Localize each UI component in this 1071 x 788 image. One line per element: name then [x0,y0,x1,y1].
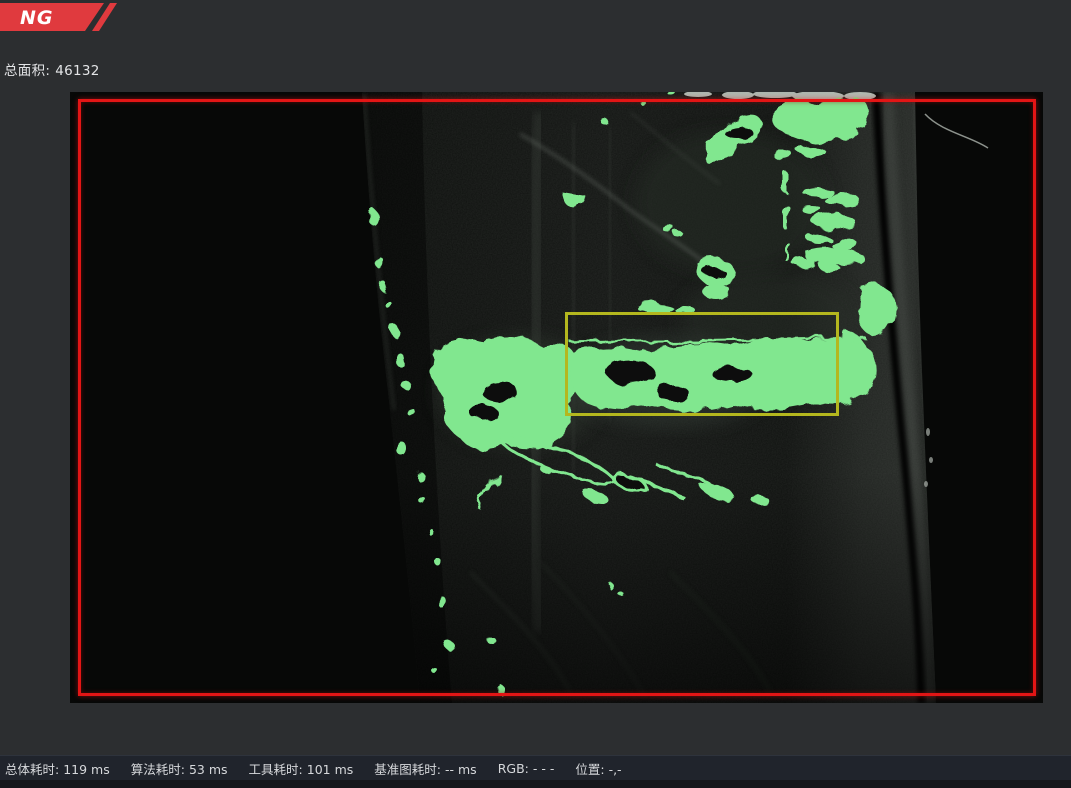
search-roi-rect[interactable] [78,99,1036,696]
status-badge: NG [0,2,122,32]
stat-reference-image-time: 基准图耗时: -- ms [374,761,477,777]
total-area-label: 总面积: [4,63,51,79]
total-area-value: 46132 [55,63,100,79]
footer-strip [0,780,1071,788]
stat-rgb: RGB: - - - [497,760,555,776]
ng-badge-shape: NG [0,3,117,31]
stat-tool-time: 工具耗时: 101 ms [248,761,354,777]
defect-roi-rect[interactable] [565,312,839,416]
image-viewport[interactable] [70,92,1043,703]
stat-position: 位置: -,- [575,761,622,777]
stat-algorithm-time: 算法耗时: 53 ms [130,761,228,777]
status-bar: 总体耗时: 119 ms 算法耗时: 53 ms 工具耗时: 101 ms 基准图耗时… [0,755,1071,780]
total-area-readout: 总面积: 46132 [4,59,100,79]
ng-badge-text: NG [20,7,54,29]
vision-inspection-window: NG 总面积: 46132 总体耗时: 119 ms 算法耗时: 53 ms 工… [0,0,1071,788]
stat-total-time: 总体耗时: 119 ms [5,761,110,777]
